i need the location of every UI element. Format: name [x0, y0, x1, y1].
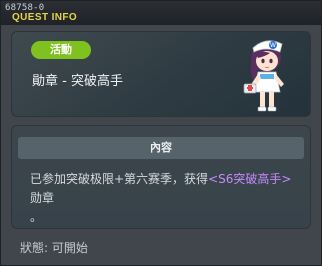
description-prefix: 已参加突破极限+第六赛季，获得: [30, 172, 209, 186]
badge-name-highlight: <S6突破高手>: [208, 172, 292, 186]
quest-status: 狀態: 可開始: [20, 241, 88, 255]
quest-description: 已参加突破极限+第六赛季，获得<S6突破高手> 勋章。: [30, 170, 300, 227]
quest-header-panel: 活動 勛章 - 突破高手 W: [11, 31, 311, 117]
description-suffix: 勋章: [30, 191, 55, 205]
content-header: 內容: [18, 137, 304, 159]
description-end: 。: [30, 210, 43, 224]
quest-info-window: 68758-0 QUEST INFO 活動 勛章 - 突破高手 W 內容 已参加…: [0, 0, 322, 266]
content-panel: 內容 已参加突破极限+第六赛季，获得<S6突破高手> 勋章。: [11, 125, 311, 229]
svg-text:W: W: [270, 42, 276, 49]
npc-portrait: W: [243, 40, 284, 112]
window-title: QUEST INFO: [12, 12, 78, 23]
event-badge: 活動: [31, 41, 91, 59]
quest-name: 勛章 - 突破高手: [32, 74, 123, 89]
